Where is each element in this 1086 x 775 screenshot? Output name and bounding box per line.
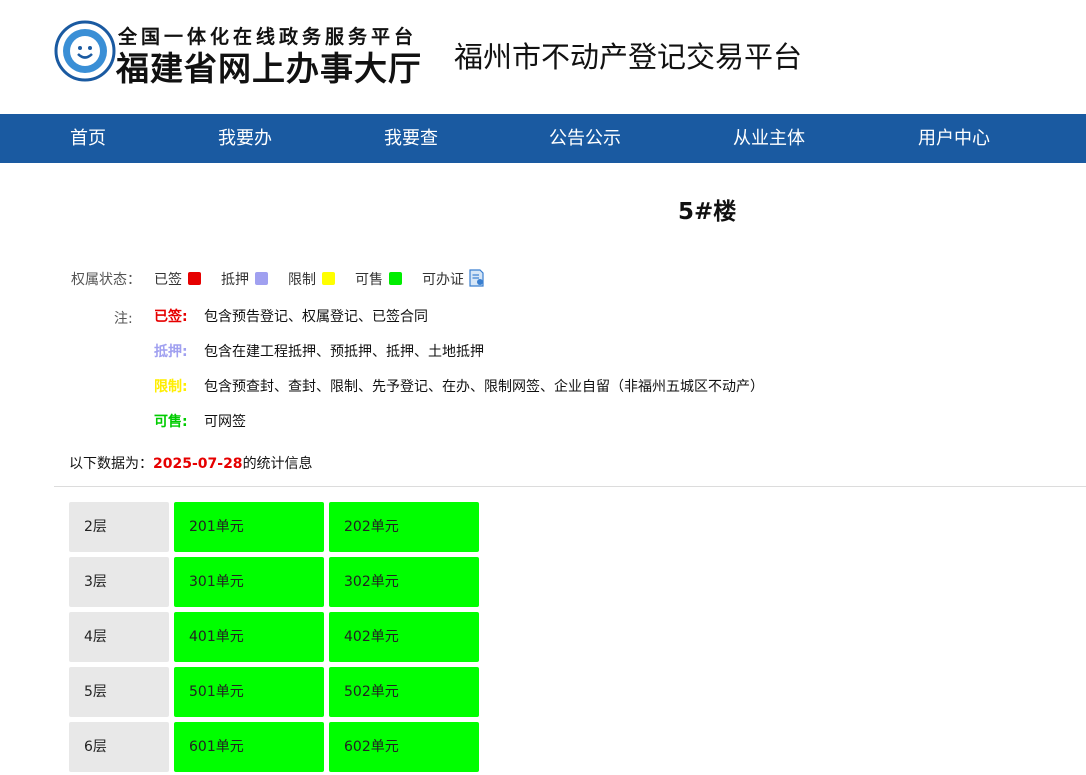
legend-item-signed: 已签 xyxy=(154,272,182,288)
nav-item-apply[interactable]: 我要办 xyxy=(218,114,272,163)
note-term-signed: 已签: xyxy=(154,309,188,325)
note-desc-signed: 包含预告登记、权属登记、已签合同 xyxy=(204,309,428,325)
stats-suffix: 的统计信息 xyxy=(242,456,313,472)
unit-cell[interactable]: 301单元 xyxy=(174,557,324,607)
note-term-restricted: 限制: xyxy=(154,379,188,395)
legend-item-for-sale: 可售 xyxy=(355,272,383,288)
legend-item-mortgage: 抵押 xyxy=(221,272,249,288)
certificate-icon xyxy=(469,269,484,287)
unit-cell[interactable]: 201单元 xyxy=(174,502,324,552)
site-header: 全国一体化在线政务服务平台 福建省网上办事大厅 福州市不动产登记交易平台 xyxy=(0,0,1086,114)
unit-cell[interactable]: 401单元 xyxy=(174,612,324,662)
notes-label: 注: xyxy=(114,311,133,327)
unit-cell[interactable]: 501单元 xyxy=(174,667,324,717)
logo-title[interactable]: 福建省网上办事大厅 xyxy=(116,42,422,90)
legend-item-certifiable: 可办证 xyxy=(422,272,464,288)
note-term-mortgage: 抵押: xyxy=(154,344,188,360)
fujian-hall-emblem-icon[interactable] xyxy=(54,20,116,82)
platform-title: 福州市不动产登记交易平台 xyxy=(454,40,803,74)
note-desc-restricted: 包含预查封、查封、限制、先予登记、在办、限制网签、企业自留（非福州五城区不动产） xyxy=(204,379,764,395)
unit-cell[interactable]: 302单元 xyxy=(329,557,479,607)
main-nav: 首页 我要办 我要查 公告公示 从业主体 用户中心 xyxy=(0,114,1086,163)
divider xyxy=(54,486,1086,487)
stats-date: 2025-07-28 xyxy=(153,456,243,472)
floor-label: 4层 xyxy=(69,612,169,662)
stats-line: 以下数据为：2025-07-28的统计信息 xyxy=(69,453,313,473)
nav-item-user-center[interactable]: 用户中心 xyxy=(918,114,990,163)
stats-prefix: 以下数据为： xyxy=(69,456,153,472)
unit-cell[interactable]: 402单元 xyxy=(329,612,479,662)
nav-item-query[interactable]: 我要查 xyxy=(384,114,438,163)
floor-label: 6层 xyxy=(69,722,169,772)
building-title: 5#楼 xyxy=(678,199,737,225)
legend-swatch-mortgage xyxy=(255,272,268,285)
floor-label: 5层 xyxy=(69,667,169,717)
floor-label: 2层 xyxy=(69,502,169,552)
unit-cell[interactable]: 602单元 xyxy=(329,722,479,772)
note-desc-mortgage: 包含在建工程抵押、预抵押、抵押、土地抵押 xyxy=(204,344,484,360)
nav-item-practitioners[interactable]: 从业主体 xyxy=(733,114,805,163)
nav-item-home[interactable]: 首页 xyxy=(70,114,106,163)
nav-item-notices[interactable]: 公告公示 xyxy=(549,114,621,163)
legend-swatch-signed xyxy=(188,272,201,285)
legend-item-restricted: 限制 xyxy=(288,272,316,288)
note-desc-for-sale: 可网签 xyxy=(204,414,246,430)
unit-cell[interactable]: 601单元 xyxy=(174,722,324,772)
note-term-for-sale: 可售: xyxy=(154,414,188,430)
floor-label: 3层 xyxy=(69,557,169,607)
unit-cell[interactable]: 202单元 xyxy=(329,502,479,552)
legend-swatch-restricted xyxy=(322,272,335,285)
unit-cell[interactable]: 502单元 xyxy=(329,667,479,717)
legend-swatch-for-sale xyxy=(389,272,402,285)
legend-label: 权属状态： xyxy=(71,272,141,288)
